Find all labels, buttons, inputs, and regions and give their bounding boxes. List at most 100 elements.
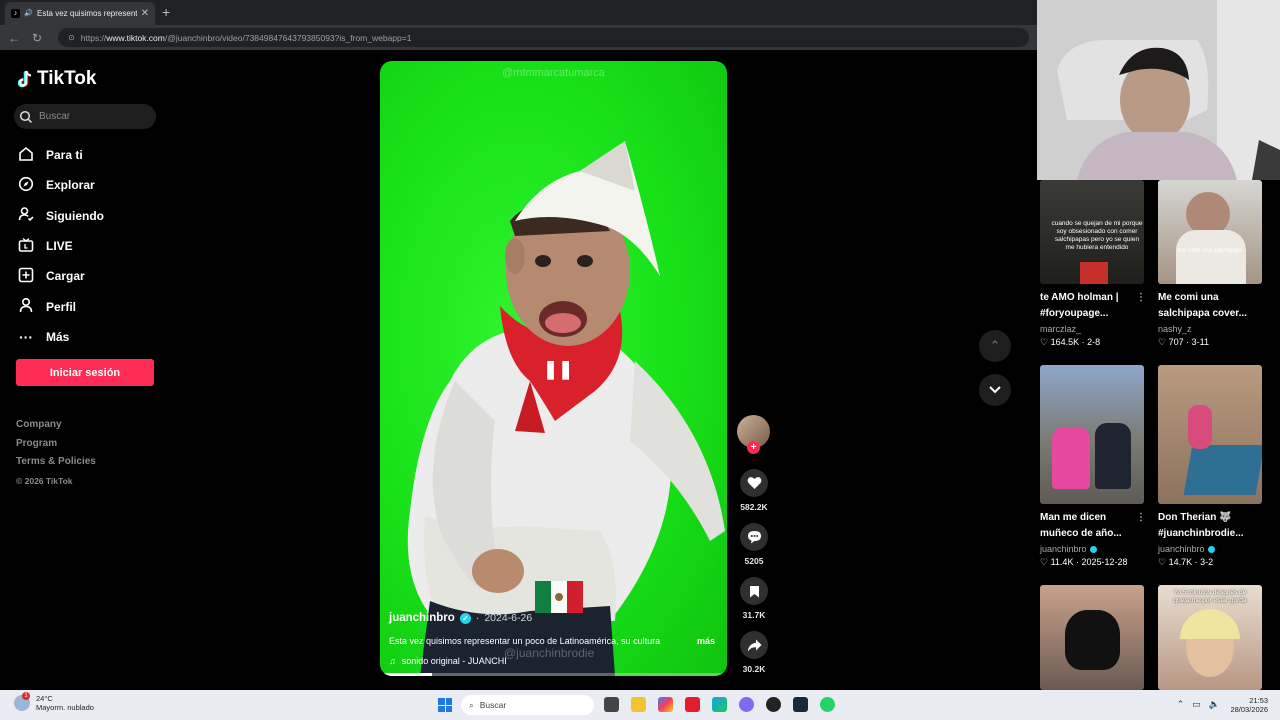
search-box[interactable]	[14, 104, 156, 129]
comment-action[interactable]: 5205	[736, 523, 772, 566]
login-button[interactable]: Iniciar sesión	[16, 359, 154, 386]
url-field[interactable]: ⊙ https://www.tiktok.com/@juanchinbro/vi…	[58, 28, 1029, 47]
search-input[interactable]	[39, 111, 149, 122]
next-video-button[interactable]	[979, 374, 1011, 406]
footer-terms-link[interactable]: Terms & Policies	[16, 453, 96, 472]
nav-item-perfil[interactable]: Perfil	[18, 291, 104, 321]
discord-icon[interactable]	[739, 697, 754, 712]
reload-icon[interactable]: ↻	[32, 31, 42, 45]
footer-links: Company Program Terms & Policies © 2026 …	[16, 416, 96, 490]
system-tray: ⌃ ▭ 🔈	[1177, 699, 1220, 710]
nav-item-live[interactable]: LIVE	[18, 231, 104, 261]
whatsapp-icon[interactable]	[820, 697, 835, 712]
recommended-video-card[interactable]: Man me dicen muñeco de año... ⋮ juanchinb…	[1040, 365, 1146, 568]
wps-office-icon[interactable]	[685, 697, 700, 712]
video-thumbnail[interactable]	[1158, 365, 1262, 504]
card-menu-icon[interactable]: ⋮	[1136, 510, 1146, 541]
nav-item-mas[interactable]: ··· Más	[18, 322, 104, 352]
new-tab-icon[interactable]: +	[162, 4, 170, 20]
search-icon: ⌕	[469, 699, 474, 710]
site-info-icon[interactable]: ⊙	[68, 33, 75, 42]
heart-outline-icon: ♡	[1158, 557, 1167, 567]
speaker-icon[interactable]: 🔊	[24, 9, 33, 18]
weather-temp: 24°C	[36, 694, 53, 703]
card-likes: 707	[1168, 337, 1184, 347]
pause-icon[interactable]: ❚❚	[543, 359, 573, 380]
copyright: © 2026 TikTok	[16, 475, 73, 486]
card-author[interactable]: marczlaz_	[1040, 324, 1081, 334]
copilot-icon[interactable]	[658, 697, 673, 712]
heart-icon[interactable]	[740, 469, 768, 497]
nav-item-cargar[interactable]: Cargar	[18, 261, 104, 291]
comment-icon[interactable]	[740, 523, 768, 551]
browser-tab-bar: ♪ 🔊 Esta vez quisimos representar ✕ +	[0, 0, 1037, 25]
card-date: 2-8	[1087, 337, 1101, 347]
video-sound[interactable]: sonido original - JUANCHI	[402, 656, 507, 666]
recommended-video-card[interactable]	[1040, 585, 1146, 690]
video-thumbnail[interactable]: me comi una salchipapa	[1158, 180, 1262, 284]
network-icon[interactable]: ▭	[1192, 699, 1201, 710]
video-date: 2024-6-26	[484, 612, 533, 624]
video-thumbnail[interactable]: Yo 5 minutos después de quejarme por est…	[1158, 585, 1262, 690]
tiktok-note-icon	[18, 70, 32, 88]
previous-video-button[interactable]: ⌃	[979, 330, 1011, 362]
nav-item-explorar[interactable]: Explorar	[18, 170, 104, 200]
video-player[interactable]: @mtmmarcatumarca ❚❚ @juanchinbrodie juan…	[380, 61, 727, 676]
card-date: 2025-12-28	[1081, 557, 1128, 567]
taskbar-search[interactable]: ⌕ Buscar	[461, 695, 594, 715]
nav-item-siguiendo[interactable]: Siguiendo	[18, 201, 104, 231]
file-explorer-icon[interactable]	[631, 697, 646, 712]
card-author[interactable]: juanchinbro	[1040, 544, 1087, 554]
recommended-video-card[interactable]: Yo 5 minutos después de quejarme por est…	[1158, 585, 1264, 690]
edge-browser-icon[interactable]	[712, 697, 727, 712]
browser-tab[interactable]: ♪ 🔊 Esta vez quisimos representar ✕	[5, 2, 155, 25]
chevron-up-icon[interactable]: ⌃	[1177, 699, 1185, 710]
weather-widget[interactable]: 1 24°C Mayorm. nublado	[14, 692, 94, 712]
verified-icon	[1207, 545, 1215, 553]
back-icon[interactable]: ←	[8, 31, 20, 45]
footer-program-link[interactable]: Program	[16, 435, 96, 454]
card-author[interactable]: nashy_z	[1158, 324, 1192, 334]
video-progress-bar[interactable]	[380, 673, 727, 676]
tiktok-logo[interactable]: TikTok	[18, 68, 96, 90]
close-tab-icon[interactable]: ✕	[141, 8, 149, 19]
heart-outline-icon: ♡	[1040, 557, 1049, 567]
steam-icon[interactable]	[793, 697, 808, 712]
more-icon: ···	[19, 328, 33, 345]
recommended-video-card[interactable]: me comi una salchipapa Me comi una salch…	[1158, 180, 1264, 348]
logo-text: TikTok	[37, 68, 97, 89]
video-author[interactable]: juanchinbro	[389, 612, 455, 624]
follow-plus-icon[interactable]: +	[747, 441, 760, 454]
more-link[interactable]: más	[697, 636, 715, 646]
video-thumbnail[interactable]	[1040, 585, 1144, 690]
system-clock[interactable]: 21:53 28/03/2026	[1230, 696, 1268, 714]
comment-count: 5205	[744, 556, 764, 566]
bookmark-icon[interactable]	[740, 577, 768, 605]
nav-label: LIVE	[46, 239, 73, 254]
nav-item-para-ti[interactable]: Para ti	[18, 140, 104, 170]
save-action[interactable]: 31.7K	[736, 577, 772, 620]
thumbnail-shape	[1176, 230, 1246, 284]
webcam-overlay	[1037, 0, 1280, 180]
share-action[interactable]: 30.2K	[736, 631, 772, 674]
recommended-video-card[interactable]: Don Therian 🐺 #juanchinbrodie... juanchi…	[1158, 365, 1264, 568]
chevron-down-icon	[989, 386, 1001, 394]
share-icon[interactable]	[740, 631, 768, 659]
obs-icon[interactable]	[766, 697, 781, 712]
card-title: Don Therian 🐺 #juanchinbrodie...	[1158, 512, 1244, 539]
clock-time: 21:53	[1249, 696, 1268, 705]
upload-icon	[18, 267, 34, 286]
profile-icon	[18, 297, 34, 316]
volume-icon[interactable]: 🔈	[1209, 699, 1220, 710]
video-thumbnail[interactable]: cuando se quejan de mi porque soy obsesi…	[1040, 180, 1144, 284]
card-menu-icon[interactable]: ⋮	[1136, 290, 1146, 321]
author-avatar[interactable]: +	[737, 415, 770, 454]
recommended-video-card[interactable]: cuando se quejan de mi porque soy obsesi…	[1040, 180, 1146, 348]
task-view-icon[interactable]	[604, 697, 619, 712]
like-action[interactable]: 582.2K	[736, 469, 772, 512]
footer-company-link[interactable]: Company	[16, 416, 96, 435]
video-thumbnail[interactable]	[1040, 365, 1144, 504]
video-info: juanchinbro ✓ · 2024-6-26 Esta vez quisi…	[389, 612, 719, 666]
windows-start-icon[interactable]	[438, 698, 452, 712]
card-author[interactable]: juanchinbro	[1158, 544, 1205, 554]
